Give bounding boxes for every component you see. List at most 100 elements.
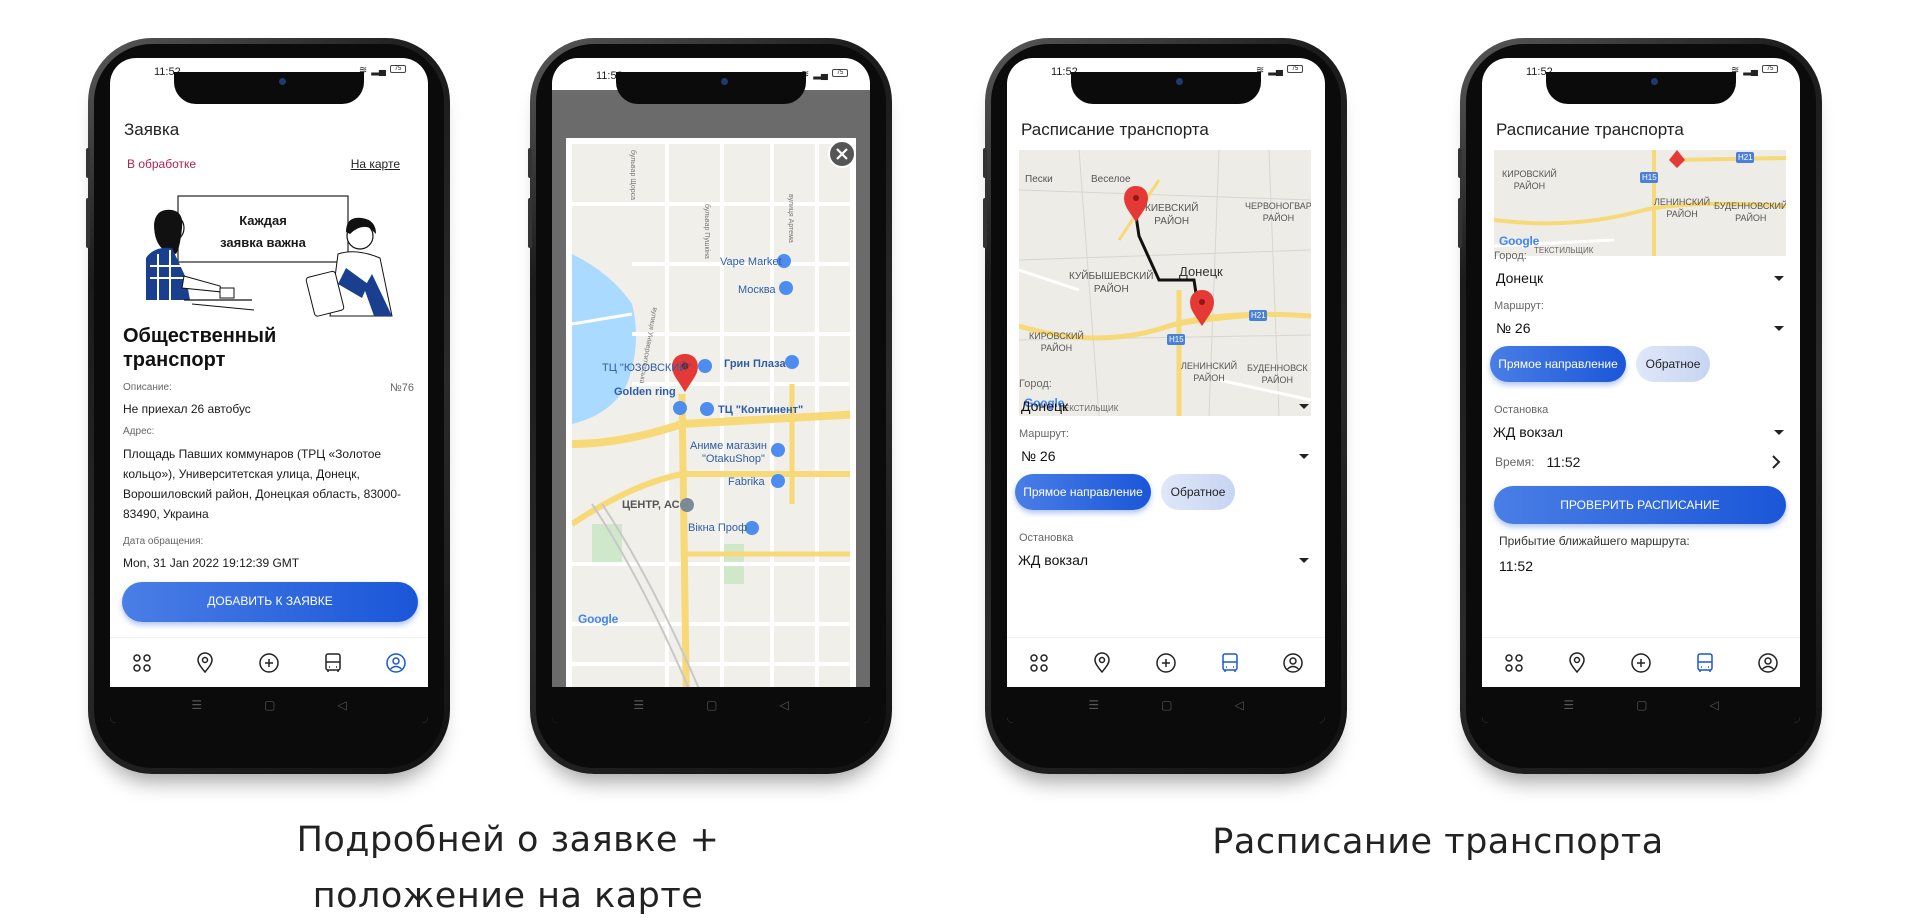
map-label: КУЙБЫШЕВСКИЙ РАЙОН [1069, 271, 1154, 295]
close-button[interactable] [828, 140, 856, 168]
tab-home[interactable] [1500, 649, 1528, 677]
map-label: Вікна Проф [688, 522, 748, 534]
screen: 11:52 ≋ ▂▄ 75 Расписание транспорта Песк… [1007, 58, 1325, 723]
stop-label: Остановка [1494, 404, 1549, 416]
tab-home[interactable] [1025, 649, 1053, 677]
phone-map-view: 11:52 ≋▂▄75 [528, 38, 892, 774]
caption-schedule: Расписание транспорта [1212, 822, 1664, 862]
location-icon [1094, 651, 1111, 673]
add-to-request-button[interactable]: ДОБАВИТЬ К ЗАЯВКЕ [122, 582, 418, 622]
map-label: Golden ring [614, 386, 676, 398]
road-sign: H15 [1642, 173, 1657, 182]
menu-icon[interactable]: ☰ [1563, 698, 1574, 712]
account-icon [1283, 652, 1303, 673]
tab-add[interactable] [255, 649, 283, 677]
status-badge: В обработке [127, 157, 197, 171]
city-select[interactable]: Донецк [1496, 270, 1784, 286]
map-label: КИЕВСКИЙ РАЙОН [1145, 203, 1199, 227]
route-select[interactable]: № 26 [1021, 448, 1309, 464]
address-value: Площадь Павших коммунаров (ТРЦ «Золотое … [123, 447, 402, 521]
city-label: Город: [1019, 378, 1052, 390]
home-icon[interactable]: ▢ [1636, 698, 1647, 712]
apps-icon [1030, 653, 1048, 672]
map-label: Веселое [1091, 174, 1131, 185]
back-icon[interactable]: ◁ [779, 698, 788, 712]
back-icon[interactable]: ◁ [1709, 698, 1718, 712]
route-map[interactable]: КИРОВСКИЙ РАЙОН H15 H21 ЛЕНИНСКИЙ РАЙОН БУ… [1494, 150, 1786, 256]
apps-icon [1505, 653, 1523, 672]
google-logo: Google [1499, 234, 1540, 248]
address-label: Адрес: [123, 426, 155, 437]
bottom-tab-bar [1482, 637, 1800, 687]
map-label: ТЕКСТИЛЬЩИК [1534, 246, 1594, 255]
stop-select[interactable]: ЖД вокзал [1493, 424, 1784, 440]
time-row[interactable]: Время: 11:52 [1495, 450, 1785, 474]
chevron-down-icon [1774, 325, 1784, 331]
tab-home[interactable] [128, 649, 156, 677]
tab-profile[interactable] [1754, 649, 1782, 677]
bottom-tab-bar [1007, 637, 1325, 687]
map-label: бульвар Пушкіна [703, 204, 710, 259]
bus-icon [1221, 652, 1238, 672]
map-label: ЦЕНТР, АС [622, 499, 680, 511]
phone-schedule-result: 11:52 ≋ ▂▄ 75 Расписание транспорта КИРОВС… [1458, 38, 1822, 774]
forward-direction-button[interactable]: Прямое направление [1015, 474, 1151, 510]
location-icon [1569, 651, 1586, 673]
back-icon[interactable]: ◁ [337, 698, 346, 712]
map-label: БУДЕННОВСК РАЙОН [1247, 363, 1308, 385]
map-label: ТЦ "Континент" [718, 404, 804, 416]
request-heading: Общественный транспорт [123, 325, 277, 371]
signal-icon: ▂▄ [813, 69, 828, 80]
tab-map[interactable] [1088, 649, 1116, 677]
apps-icon [133, 653, 151, 672]
map-link[interactable]: На карте [351, 157, 400, 171]
bus-icon [324, 652, 341, 672]
reverse-direction-button[interactable]: Обратное [1636, 346, 1710, 382]
tab-add[interactable] [1627, 649, 1655, 677]
home-icon[interactable]: ▢ [706, 698, 717, 712]
back-icon[interactable]: ◁ [1234, 698, 1243, 712]
route-map[interactable]: Пески Веселое КИЕВСКИЙ РАЙОН ЧЕРВОНОГВАР Р… [1019, 150, 1311, 416]
route-select[interactable]: № 26 [1496, 320, 1784, 336]
tab-profile[interactable] [382, 649, 410, 677]
city-select[interactable]: Донецк [1021, 398, 1309, 414]
map-label: ЛЕНИНСКИЙ РАЙОН [1181, 361, 1238, 383]
road-sign: H21 [1251, 311, 1266, 320]
menu-icon[interactable]: ☰ [191, 698, 202, 712]
tab-map[interactable] [191, 649, 219, 677]
home-icon[interactable]: ▢ [1161, 698, 1172, 712]
request-number: №76 [389, 382, 414, 394]
menu-icon[interactable]: ☰ [1088, 698, 1099, 712]
tab-transport[interactable] [319, 649, 347, 677]
date-value: Mon, 31 Jan 2022 19:12:39 GMT [123, 556, 300, 570]
check-schedule-button[interactable]: ПРОВЕРИТЬ РАСПИСАНИЕ [1494, 486, 1786, 524]
map-modal[interactable]: Vape Market Москва Грин Плаза ТЦ "ЮЗОВСК… [566, 138, 856, 723]
system-nav-bar: ☰ ▢ ◁ [110, 687, 428, 723]
road-sign: H21 [1738, 153, 1753, 162]
tab-transport[interactable] [1216, 649, 1244, 677]
close-icon [836, 148, 848, 160]
battery-icon: 75 [1287, 65, 1303, 73]
menu-icon[interactable]: ☰ [633, 698, 644, 712]
map-label: бульвар Щорса [629, 150, 636, 201]
tab-add[interactable] [1152, 649, 1180, 677]
map-label: Москва [738, 284, 776, 296]
illustration: Каждая заявка важна [124, 188, 414, 318]
home-icon[interactable]: ▢ [264, 698, 275, 712]
chevron-right-icon [1772, 455, 1781, 469]
chevron-down-icon [1774, 429, 1784, 435]
signal-icon: ▂▄ [1743, 65, 1758, 76]
tab-map[interactable] [1563, 649, 1591, 677]
stop-select[interactable]: ЖД вокзал [1018, 552, 1309, 568]
tab-profile[interactable] [1279, 649, 1307, 677]
page-title: Заявка [124, 120, 180, 139]
bus-icon [1696, 652, 1713, 672]
map-label: "OtakuShop" [702, 453, 765, 465]
forward-direction-button[interactable]: Прямое направление [1490, 346, 1626, 382]
battery-icon: 75 [832, 69, 848, 77]
add-circle-icon [1156, 652, 1176, 673]
stop-label: Остановка [1019, 532, 1074, 544]
description-value: Не приехал 26 автобус [123, 402, 251, 416]
tab-transport[interactable] [1691, 649, 1719, 677]
reverse-direction-button[interactable]: Обратное [1161, 474, 1235, 510]
